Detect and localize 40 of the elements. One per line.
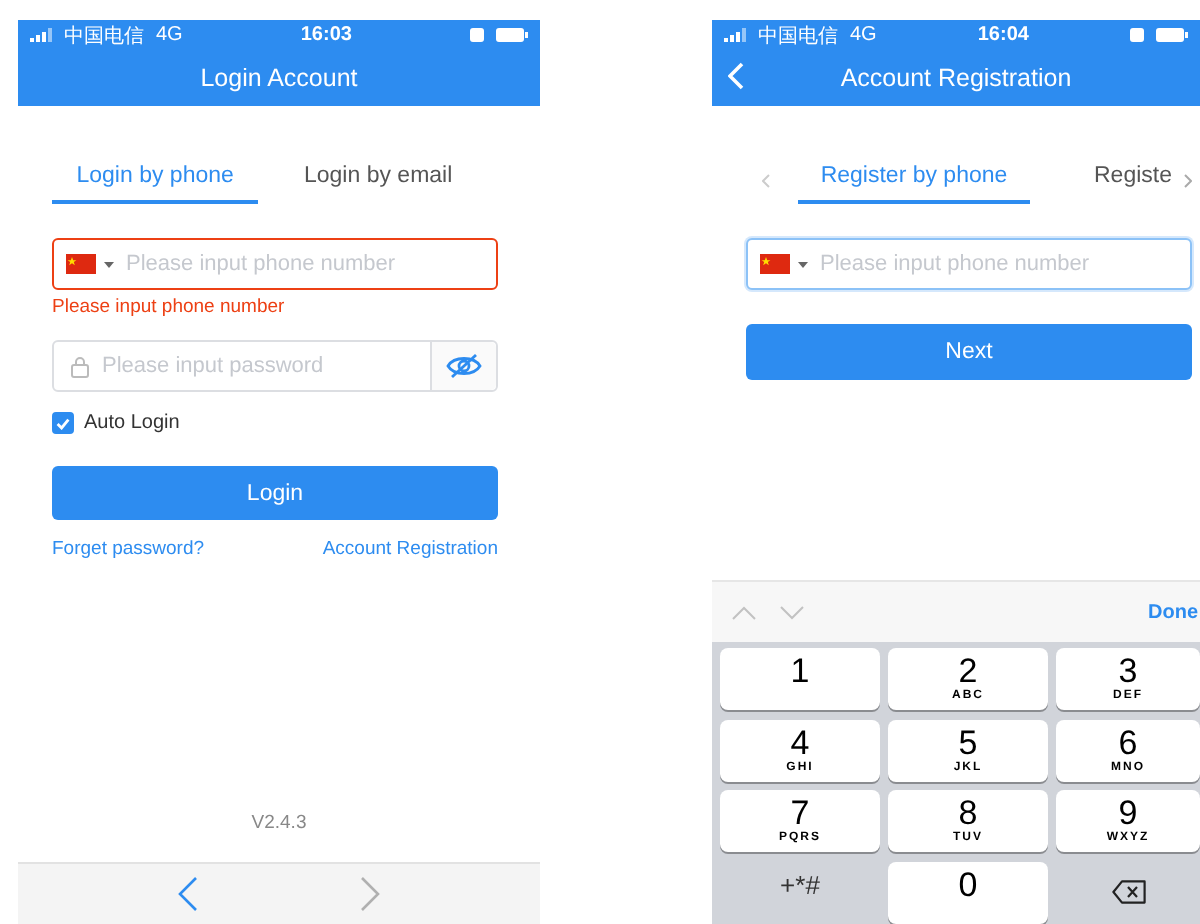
right-chevron-icon bbox=[1184, 174, 1192, 188]
number-key[interactable]: 1 bbox=[720, 648, 880, 710]
caret-icon bbox=[798, 261, 808, 267]
auto-login-label: Auto Login bbox=[84, 412, 180, 434]
status-time: 16:03 bbox=[298, 24, 354, 46]
backspace-icon[interactable] bbox=[1111, 880, 1145, 904]
tab[interactable]: Login by email bbox=[258, 164, 498, 204]
battery-icon bbox=[1156, 28, 1188, 42]
phone-number-field[interactable]: Please input phone number bbox=[52, 238, 498, 290]
network-type: 4G bbox=[156, 24, 183, 46]
error-message: Please input phone number bbox=[52, 296, 287, 322]
carrier-name: 中国电信 bbox=[758, 23, 838, 49]
battery-icon bbox=[496, 28, 528, 42]
phone-number-input[interactable]: Please input phone number bbox=[114, 252, 496, 276]
signal-icon bbox=[724, 28, 746, 42]
auto-login-checkbox[interactable] bbox=[52, 412, 74, 434]
password-field[interactable]: Please input password bbox=[52, 340, 498, 392]
checkmark-icon bbox=[56, 417, 70, 429]
left-chevron-icon bbox=[762, 174, 770, 188]
phone-number-input[interactable]: Please input phone number bbox=[808, 252, 1190, 276]
status-time: 16:04 bbox=[975, 24, 1031, 46]
number-key[interactable]: 0 bbox=[888, 861, 1048, 923]
phone-number-field[interactable]: Please input phone number bbox=[746, 238, 1192, 290]
screen-title: Account Registration bbox=[840, 64, 1072, 92]
down-chevron-icon[interactable] bbox=[780, 605, 804, 619]
china-flag-icon bbox=[760, 254, 790, 274]
back-chevron-icon[interactable] bbox=[728, 62, 744, 90]
up-chevron-icon[interactable] bbox=[732, 605, 756, 619]
tab[interactable]: Registe bbox=[1094, 164, 1172, 204]
padlock-icon bbox=[70, 355, 90, 377]
screen-title: Login Account bbox=[200, 64, 358, 92]
china-flag-icon bbox=[66, 254, 96, 274]
symbols-key[interactable]: +*# bbox=[720, 861, 880, 923]
carrier-name: 中国电信 bbox=[64, 23, 144, 49]
caret-icon bbox=[104, 261, 114, 267]
network-type: 4G bbox=[850, 24, 877, 46]
password-input[interactable]: Please input password bbox=[90, 354, 430, 378]
eye-slash-icon[interactable] bbox=[446, 354, 482, 378]
signal-icon bbox=[30, 28, 52, 42]
version-label: V2.4.3 bbox=[249, 812, 309, 834]
